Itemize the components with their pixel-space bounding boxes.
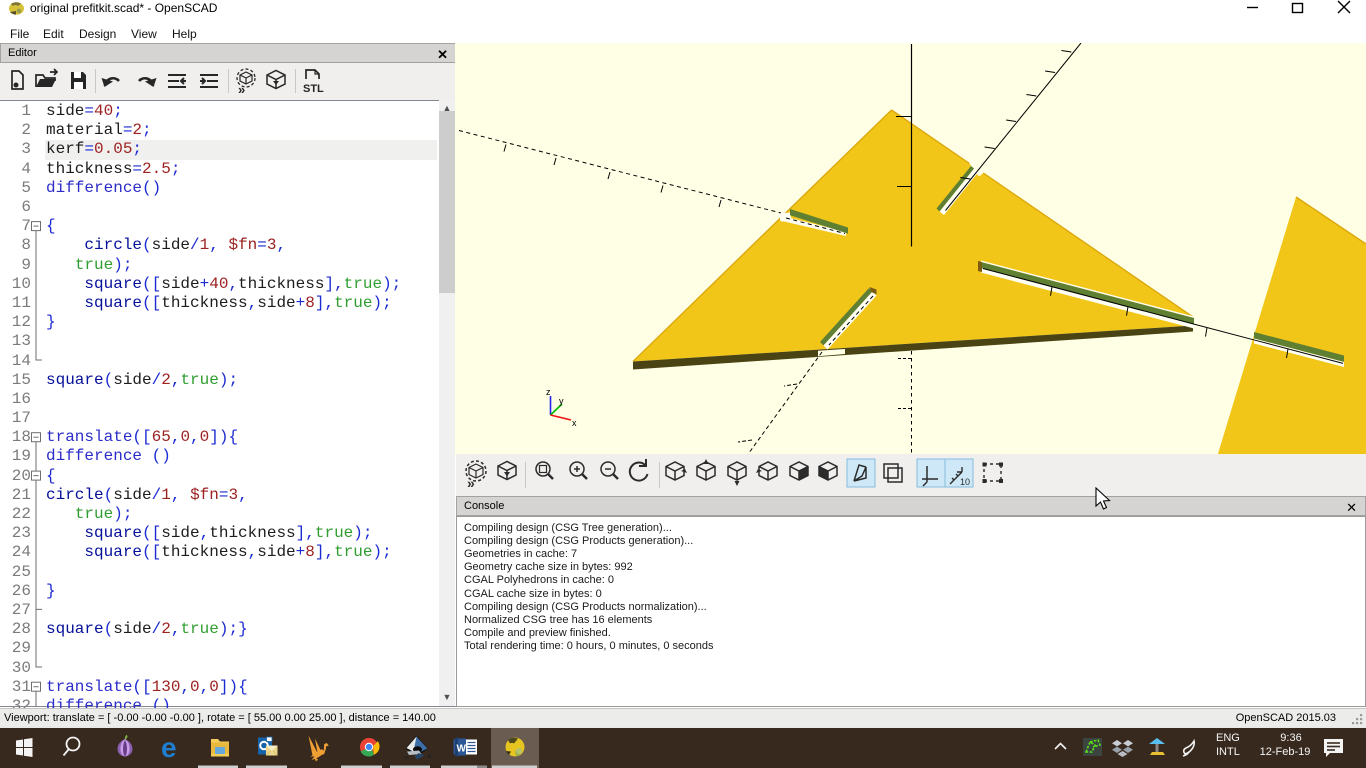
svg-text:»: » [467,475,475,491]
svg-text:STL: STL [303,83,324,95]
svg-text:10: 10 [960,477,970,487]
svg-text:z: z [546,387,551,397]
svg-text:»: » [238,82,245,97]
svg-text:e: e [161,732,177,763]
svg-text:W: W [457,744,467,755]
svg-text:x: x [572,418,577,428]
svg-text:y: y [559,396,564,406]
